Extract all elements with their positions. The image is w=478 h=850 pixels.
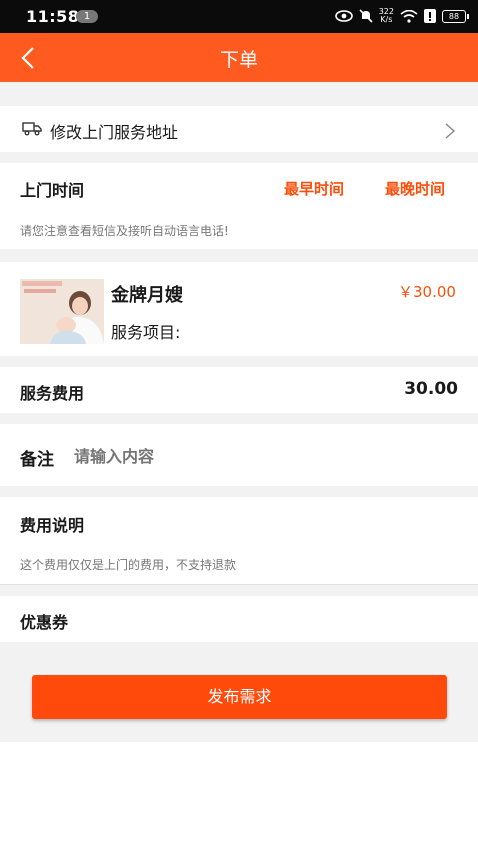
product-price: ￥30.00: [398, 283, 456, 301]
mute-bell-icon: [359, 9, 373, 23]
eye-icon: [334, 10, 353, 22]
net-speed: 322 K/s: [379, 8, 394, 24]
divider: [0, 356, 478, 367]
net-speed-unit: K/s: [380, 15, 393, 24]
product-name: 金牌月嫂: [111, 285, 183, 306]
status-bar: 11:58 1 322 K/s 88: [0, 0, 478, 33]
remark-label: 备注: [20, 450, 54, 470]
divider: [0, 486, 478, 497]
service-fee-row: 服务费用 30.00: [0, 367, 478, 413]
fee-note-label: 费用说明: [20, 516, 85, 535]
publish-request-button[interactable]: 发布需求: [32, 675, 447, 719]
divider: [0, 584, 478, 596]
product-image: [20, 279, 104, 344]
notification-badge: 1: [76, 10, 98, 23]
divider: [0, 152, 478, 163]
divider: [0, 249, 478, 262]
service-fee-value: 30.00: [404, 379, 458, 399]
status-icons: 322 K/s 88: [334, 6, 469, 26]
remark-input[interactable]: [72, 442, 456, 470]
visit-time-label: 上门时间: [20, 181, 85, 200]
earliest-time-button[interactable]: 最早时间: [284, 178, 344, 199]
chevron-right-icon: [445, 123, 456, 139]
truck-icon: [22, 122, 42, 136]
address-row[interactable]: 修改上门服务地址: [0, 106, 478, 152]
header-bar: 下单: [0, 33, 478, 82]
divider: [0, 82, 478, 106]
alert-icon: [424, 9, 436, 23]
latest-time-button[interactable]: 最晚时间: [385, 178, 445, 199]
mother-baby-photo: [20, 279, 104, 344]
fee-note-section: 费用说明 这个费用仅仅是上门的费用，不支持退款: [0, 497, 478, 584]
coupon-row[interactable]: 优惠券: [0, 596, 478, 642]
fee-note-text: 这个费用仅仅是上门的费用，不支持退款: [20, 558, 237, 572]
coupon-label: 优惠券: [20, 613, 69, 632]
divider: [0, 413, 478, 424]
page-title: 下单: [219, 49, 258, 71]
service-fee-label: 服务费用: [20, 384, 85, 403]
status-time: 11:58: [26, 7, 80, 26]
battery-indicator: 88: [442, 9, 469, 23]
service-items-label: 服务项目:: [111, 323, 181, 342]
wifi-icon: [400, 9, 418, 23]
address-label: 修改上门服务地址: [50, 123, 179, 142]
remark-row: 备注: [0, 424, 478, 486]
visit-time-hint: 请您注意查看短信及接听自动语言电话!: [20, 224, 229, 238]
visit-time-section: 上门时间 最早时间 最晚时间 请您注意查看短信及接听自动语言电话!: [0, 163, 478, 249]
